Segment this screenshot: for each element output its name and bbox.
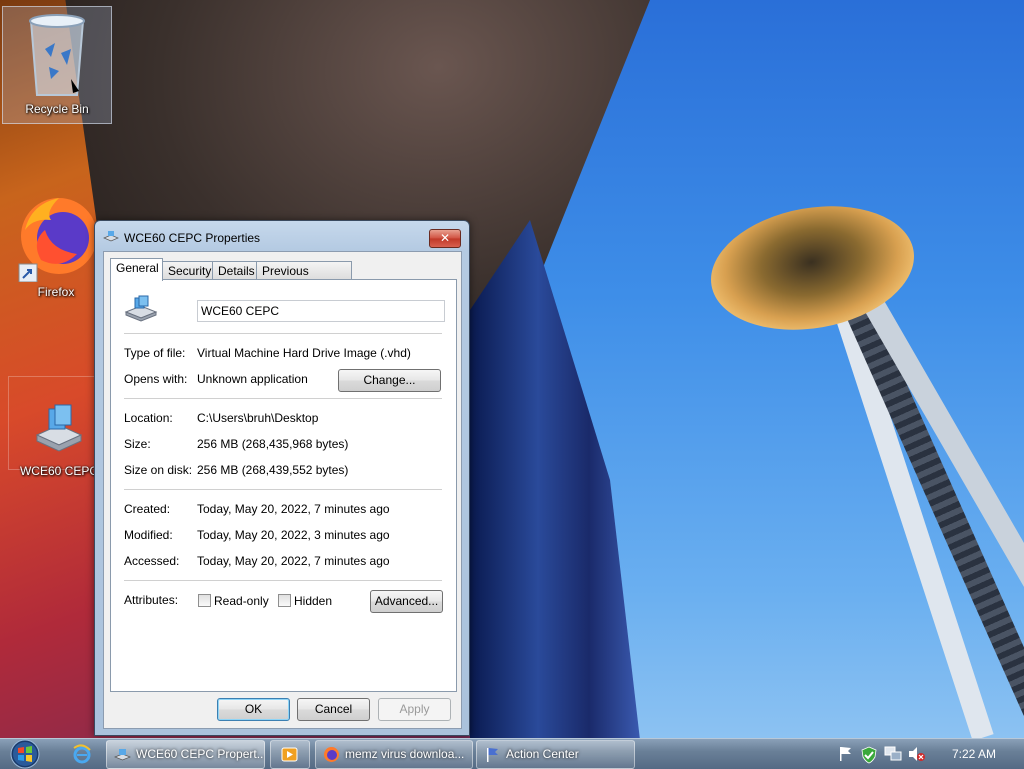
created-label: Created: <box>124 502 171 516</box>
dialog-title: WCE60 CEPC Properties <box>124 231 261 245</box>
vhd-drive-icon <box>35 404 83 452</box>
divider <box>124 333 442 335</box>
vhd-drive-icon <box>124 295 158 322</box>
security-shield-icon[interactable] <box>860 746 878 764</box>
type-label: Type of file: <box>124 346 186 360</box>
internet-explorer-icon[interactable] <box>72 744 92 764</box>
dialog-titlebar[interactable]: WCE60 CEPC Properties ✕ <box>95 221 469 251</box>
properties-dialog: WCE60 CEPC Properties ✕ General Security… <box>94 220 470 736</box>
tab-security[interactable]: Security <box>162 261 215 280</box>
desktop-icon-label: Recycle Bin <box>25 102 89 116</box>
flag-icon <box>487 748 498 762</box>
accessed-label: Accessed: <box>124 554 180 568</box>
divider <box>124 580 442 582</box>
taskbar-button-properties[interactable]: WCE60 CEPC Propert... <box>106 740 265 769</box>
hidden-checkbox[interactable] <box>278 594 291 607</box>
drive-icon <box>103 231 119 242</box>
tab-details[interactable]: Details <box>212 261 258 280</box>
media-player-icon <box>281 747 298 762</box>
drive-icon <box>114 749 131 761</box>
modified-label: Modified: <box>124 528 173 542</box>
start-button[interactable] <box>6 739 44 769</box>
location-label: Location: <box>124 411 173 425</box>
taskbar-button-firefox[interactable]: memz virus downloa... <box>315 740 473 769</box>
divider <box>124 398 442 400</box>
readonly-checkbox[interactable] <box>198 594 211 607</box>
close-button[interactable]: ✕ <box>429 229 461 248</box>
clock[interactable]: 7:22 AM <box>952 739 996 769</box>
size-value: 256 MB (268,435,968 bytes) <box>197 437 349 451</box>
readonly-label[interactable]: Read-only <box>214 594 269 608</box>
size-on-disk-value: 256 MB (268,439,552 bytes) <box>197 463 349 477</box>
tab-general[interactable]: General <box>110 258 163 281</box>
change-button[interactable]: Change... <box>338 369 441 392</box>
accessed-value: Today, May 20, 2022, 7 minutes ago <box>197 554 390 568</box>
tab-page-general: WCE60 CEPC Type of file: Virtual Machine… <box>110 279 457 692</box>
ok-button[interactable]: OK <box>217 698 290 721</box>
dialog-body: General Security Details Previous Versio… <box>103 251 462 729</box>
recycle-bin-icon <box>29 14 85 96</box>
network-icon[interactable] <box>884 746 902 762</box>
hidden-label[interactable]: Hidden <box>294 594 332 608</box>
taskbar: WCE60 CEPC Propert... memz virus downloa… <box>0 738 1024 769</box>
advanced-button[interactable]: Advanced... <box>370 590 443 613</box>
firefox-icon <box>324 747 339 762</box>
file-name-input[interactable]: WCE60 CEPC <box>197 300 445 322</box>
opens-with-value: Unknown application <box>197 372 308 386</box>
tab-label: General <box>116 261 159 275</box>
cancel-button[interactable]: Cancel <box>297 698 370 721</box>
taskbar-button-label: Action Center <box>506 747 579 761</box>
firefox-icon <box>18 198 97 283</box>
desktop-icon-recycle-bin[interactable]: Recycle Bin <box>2 6 112 124</box>
close-icon: ✕ <box>439 231 451 245</box>
location-value: C:\Users\bruh\Desktop <box>197 411 319 425</box>
taskbar-button-action-center[interactable]: Action Center <box>476 740 635 769</box>
divider <box>124 489 442 491</box>
opens-with-label: Opens with: <box>124 372 188 386</box>
action-center-flag-icon[interactable] <box>838 746 854 762</box>
size-label: Size: <box>124 437 151 451</box>
attributes-label: Attributes: <box>124 593 179 607</box>
system-tray: 7:22 AM <box>834 739 1024 769</box>
taskbar-button-label: memz virus downloa... <box>345 747 465 761</box>
volume-muted-icon[interactable] <box>908 746 926 762</box>
tab-previous-versions[interactable]: Previous Versions <box>256 261 352 296</box>
apply-button[interactable]: Apply <box>378 698 451 721</box>
type-value: Virtual Machine Hard Drive Image (.vhd) <box>197 346 411 360</box>
size-on-disk-label: Size on disk: <box>124 463 193 477</box>
taskbar-button-media-player[interactable] <box>270 740 310 769</box>
taskbar-button-label: WCE60 CEPC Propert... <box>136 747 265 761</box>
tab-label: Security <box>168 264 212 278</box>
modified-value: Today, May 20, 2022, 3 minutes ago <box>197 528 390 542</box>
tab-label: Details <box>218 264 255 278</box>
created-value: Today, May 20, 2022, 7 minutes ago <box>197 502 390 516</box>
